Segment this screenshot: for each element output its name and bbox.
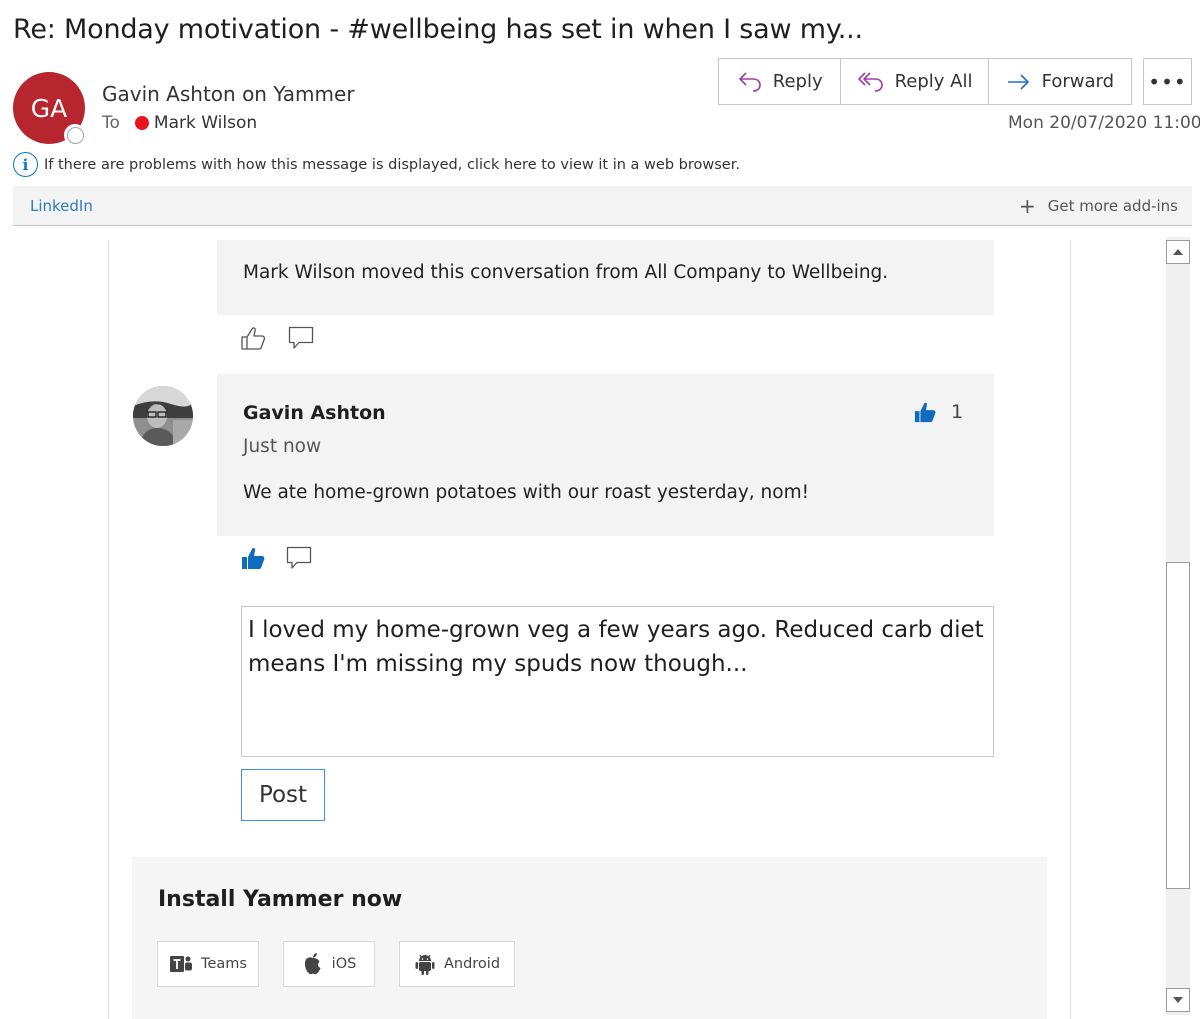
comment-outline-icon[interactable]: [288, 326, 314, 350]
like-outline-icon[interactable]: [240, 326, 266, 350]
message-body: Mark Wilson moved this conversation from…: [0, 226, 1164, 1019]
busy-presence-icon: [134, 116, 149, 130]
android-label: Android: [443, 956, 501, 972]
content-border-left: [108, 240, 109, 1019]
display-info-text: If there are problems with how this mess…: [44, 156, 740, 173]
more-actions-button[interactable]: •••: [1143, 58, 1192, 105]
reply-icon: [738, 71, 761, 92]
system-message-text: Mark Wilson moved this conversation from…: [243, 262, 889, 283]
email-subject: Re: Monday motivation - #wellbeing has s…: [13, 14, 863, 45]
get-more-addins-button[interactable]: + Get more add-ins: [1019, 196, 1178, 216]
ios-app-button[interactable]: iOS: [283, 941, 375, 987]
forward-icon: [1007, 73, 1029, 90]
reply-button[interactable]: Reply: [719, 59, 842, 104]
display-info-bar[interactable]: i If there are problems with how this me…: [13, 152, 740, 177]
scrollbar-thumb[interactable]: [1166, 562, 1190, 889]
system-message-card: Mark Wilson moved this conversation from…: [217, 240, 994, 315]
info-icon: i: [13, 152, 38, 177]
content-border-right: [1070, 240, 1071, 1019]
vertical-scrollbar[interactable]: [1164, 237, 1192, 1019]
reply-all-icon: [857, 71, 883, 92]
ios-label: iOS: [331, 956, 357, 972]
plus-icon: +: [1018, 194, 1036, 218]
recipient-name[interactable]: Mark Wilson: [154, 113, 257, 133]
linkedin-addin-link[interactable]: LinkedIn: [30, 197, 93, 215]
get-more-addins-label: Get more add-ins: [1047, 197, 1178, 215]
message-author[interactable]: Gavin Ashton: [243, 402, 386, 424]
recipient-row: To Mark Wilson: [102, 113, 257, 133]
message-timestamp: Just now: [243, 436, 322, 457]
install-title: Install Yammer now: [158, 887, 403, 912]
sender-name[interactable]: Gavin Ashton on Yammer: [102, 82, 355, 106]
to-label: To: [102, 113, 120, 133]
like-count: 1: [951, 401, 964, 423]
post-button[interactable]: Post: [241, 769, 325, 821]
teams-icon: [170, 956, 193, 972]
system-message-actions: [240, 326, 314, 350]
forward-button[interactable]: Forward: [989, 59, 1131, 104]
like-filled-icon: [914, 402, 936, 423]
addin-bar: LinkedIn + Get more add-ins: [13, 186, 1192, 226]
message-action-bar: Reply Reply All Forward: [718, 58, 1132, 105]
android-app-button[interactable]: Android: [399, 941, 515, 987]
reply-all-button[interactable]: Reply All: [841, 59, 989, 104]
received-date: Mon 20/07/2020 11:00: [1008, 113, 1200, 133]
reply-textarea[interactable]: I loved my home-grown veg a few years ag…: [241, 606, 994, 757]
android-icon: [415, 954, 435, 975]
comment-outline-icon[interactable]: [286, 546, 312, 570]
install-yammer-banner: Install Yammer now Teams iOS Android: [132, 857, 1047, 1019]
scroll-up-arrow-icon[interactable]: [1166, 240, 1190, 264]
like-count-indicator: 1: [913, 401, 963, 423]
message-actions: [240, 546, 312, 570]
reply-all-label: Reply All: [894, 71, 973, 92]
teams-app-button[interactable]: Teams: [157, 941, 259, 987]
message-card: Gavin Ashton Just now We ate home-grown …: [217, 374, 994, 536]
like-filled-icon[interactable]: [240, 546, 266, 570]
teams-label: Teams: [201, 956, 247, 972]
author-profile-photo[interactable]: [133, 386, 193, 446]
apple-icon: [304, 953, 321, 975]
scroll-down-arrow-icon[interactable]: [1166, 988, 1190, 1012]
forward-label: Forward: [1041, 71, 1115, 92]
message-text: We ate home-grown potatoes with our roas…: [243, 482, 810, 503]
reply-label: Reply: [772, 71, 823, 92]
presence-status-icon: [64, 124, 86, 146]
